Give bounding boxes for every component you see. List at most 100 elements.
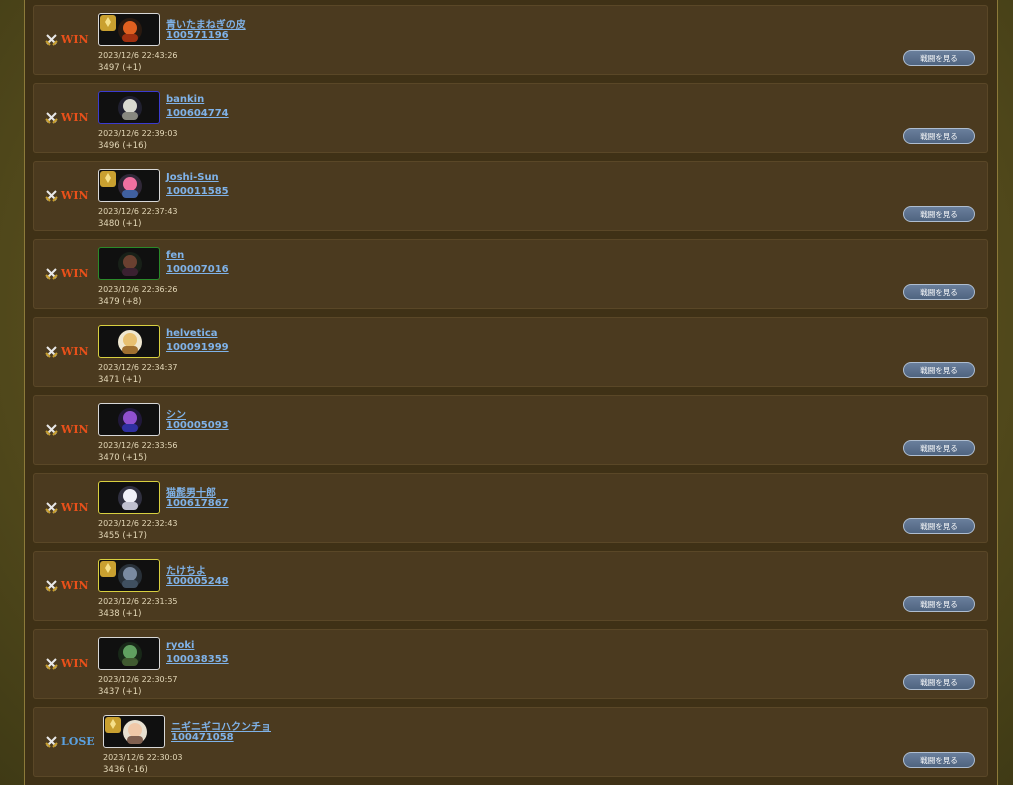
view-battle-button[interactable]: 戦闘を見る (903, 362, 975, 378)
opponent-name-link[interactable]: たけちよ (166, 562, 206, 577)
result-label: WIN (61, 422, 89, 436)
opponent-name-link[interactable]: ryoki (166, 640, 194, 651)
rating-change: 3480 (+1) (98, 219, 142, 229)
opponent-id-link[interactable]: 100471058 (171, 732, 234, 743)
opponent-id-link[interactable]: 100091999 (166, 342, 229, 353)
view-battle-button[interactable]: 戦闘を見る (903, 674, 975, 690)
battle-result: WIN (45, 188, 89, 202)
battle-result: WIN (45, 110, 89, 124)
battle-datetime: 2023/12/6 22:30:03 (103, 753, 183, 762)
battle-history-row: WIN ryoki 100038355 2023/12/6 22:30:57 3… (33, 629, 988, 699)
rating-change: 3479 (+8) (98, 297, 142, 307)
opponent-id-link[interactable]: 100005093 (166, 420, 229, 431)
battle-history-row: WIN fen 100007016 2023/12/6 22:36:26 347… (33, 239, 988, 309)
result-label: LOSE (61, 734, 95, 748)
crossed-swords-icon (45, 33, 58, 46)
result-label: WIN (61, 656, 89, 670)
opponent-name-link[interactable]: helvetica (166, 328, 218, 339)
opponent-id-link[interactable]: 100617867 (166, 498, 229, 509)
rank-badge-icon (100, 561, 116, 577)
battle-result: WIN (45, 578, 89, 592)
crossed-swords-icon (45, 501, 58, 514)
rating-change: 3437 (+1) (98, 687, 142, 697)
opponent-id-link[interactable]: 100571196 (166, 30, 229, 41)
view-battle-button[interactable]: 戦闘を見る (903, 50, 975, 66)
opponent-deck-thumbnail (98, 559, 160, 592)
rating-change: 3438 (+1) (98, 609, 142, 619)
rating-change: 3436 (-16) (103, 765, 148, 775)
view-battle-button[interactable]: 戦闘を見る (903, 206, 975, 222)
battle-history-row: WIN 青いたまねぎの皮 100571196 2023/12/6 22:43:2… (33, 5, 988, 75)
opponent-name-link[interactable]: bankin (166, 94, 204, 105)
battle-history-row: WIN Joshi-Sun 100011585 2023/12/6 22:37:… (33, 161, 988, 231)
character-avatar-icon (118, 96, 142, 120)
character-avatar-icon (118, 408, 142, 432)
crossed-swords-icon (45, 111, 58, 124)
view-battle-button[interactable]: 戦闘を見る (903, 518, 975, 534)
battle-history-row: WIN helvetica 100091999 2023/12/6 22:34:… (33, 317, 988, 387)
result-label: WIN (61, 578, 89, 592)
battle-history-row: WIN たけちよ 100005248 2023/12/6 22:31:35 34… (33, 551, 988, 621)
opponent-name-link[interactable]: 青いたまねぎの皮 (166, 16, 246, 31)
opponent-deck-thumbnail (98, 91, 160, 124)
result-label: WIN (61, 500, 89, 514)
character-avatar-icon (100, 171, 142, 198)
view-battle-button[interactable]: 戦闘を見る (903, 752, 975, 768)
crossed-swords-icon (45, 579, 58, 592)
opponent-name-link[interactable]: 猫髭男十郎 (166, 484, 216, 499)
result-label: WIN (61, 266, 89, 280)
view-battle-button[interactable]: 戦闘を見る (903, 128, 975, 144)
view-battle-button[interactable]: 戦闘を見る (903, 596, 975, 612)
opponent-deck-thumbnail (98, 169, 160, 202)
rating-change: 3496 (+16) (98, 141, 147, 151)
opponent-id-link[interactable]: 100007016 (166, 264, 229, 275)
character-avatar-icon (100, 15, 142, 42)
battle-history-row: WIN bankin 100604774 2023/12/6 22:39:03 … (33, 83, 988, 153)
rank-badge-icon (100, 15, 116, 31)
result-label: WIN (61, 188, 89, 202)
battle-datetime: 2023/12/6 22:33:56 (98, 441, 178, 450)
result-label: WIN (61, 344, 89, 358)
battle-history-row: WIN 猫髭男十郎 100617867 2023/12/6 22:32:43 3… (33, 473, 988, 543)
battle-result: WIN (45, 500, 89, 514)
opponent-id-link[interactable]: 100604774 (166, 108, 229, 119)
battle-history-list: WIN 青いたまねぎの皮 100571196 2023/12/6 22:43:2… (33, 5, 988, 785)
opponent-deck-thumbnail (98, 325, 160, 358)
view-battle-button[interactable]: 戦闘を見る (903, 284, 975, 300)
opponent-name-link[interactable]: シン (166, 406, 186, 421)
opponent-name-link[interactable]: ニギニギコハクンチョ (171, 718, 271, 733)
battle-result: WIN (45, 344, 89, 358)
rating-change: 3470 (+15) (98, 453, 147, 463)
crossed-swords-icon (45, 657, 58, 670)
view-battle-button[interactable]: 戦闘を見る (903, 440, 975, 456)
battle-datetime: 2023/12/6 22:30:57 (98, 675, 178, 684)
rank-badge-icon (105, 717, 121, 733)
rank-badge-icon (100, 171, 116, 187)
opponent-deck-thumbnail (98, 247, 160, 280)
opponent-deck-thumbnail (103, 715, 165, 748)
battle-result: LOSE (45, 734, 95, 748)
battle-datetime: 2023/12/6 22:43:26 (98, 51, 178, 60)
crossed-swords-icon (45, 735, 58, 748)
opponent-deck-thumbnail (98, 481, 160, 514)
battle-result: WIN (45, 422, 89, 436)
battle-datetime: 2023/12/6 22:31:35 (98, 597, 178, 606)
opponent-id-link[interactable]: 100038355 (166, 654, 229, 665)
battle-datetime: 2023/12/6 22:34:37 (98, 363, 178, 372)
opponent-id-link[interactable]: 100005248 (166, 576, 229, 587)
result-label: WIN (61, 32, 89, 46)
battle-datetime: 2023/12/6 22:37:43 (98, 207, 178, 216)
opponent-id-link[interactable]: 100011585 (166, 186, 229, 197)
character-avatar-icon (100, 561, 142, 588)
battle-datetime: 2023/12/6 22:32:43 (98, 519, 178, 528)
rating-change: 3471 (+1) (98, 375, 142, 385)
opponent-deck-thumbnail (98, 13, 160, 46)
opponent-name-link[interactable]: Joshi-Sun (166, 172, 219, 183)
character-avatar-icon (118, 330, 142, 354)
crossed-swords-icon (45, 189, 58, 202)
character-avatar-icon (118, 486, 142, 510)
battle-history-row: WIN シン 100005093 2023/12/6 22:33:56 3470… (33, 395, 988, 465)
opponent-name-link[interactable]: fen (166, 250, 184, 261)
opponent-deck-thumbnail (98, 403, 160, 436)
battle-datetime: 2023/12/6 22:39:03 (98, 129, 178, 138)
